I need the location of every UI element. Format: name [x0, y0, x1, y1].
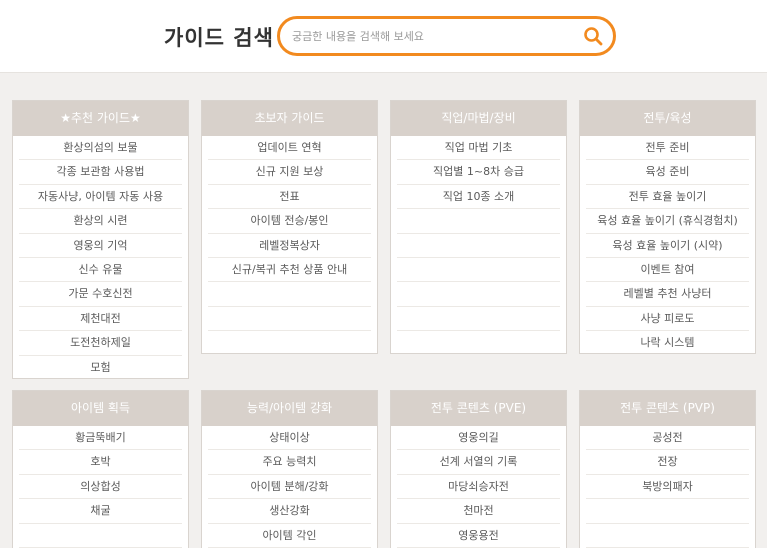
page-title: 가이드 검색: [164, 26, 274, 50]
list-item[interactable]: 신규 지원 보상: [208, 160, 371, 185]
card-title[interactable]: 초보자 가이드: [202, 101, 377, 136]
list-item[interactable]: 호박: [19, 450, 182, 475]
card-list: 공성전 전장 북방의패자: [580, 426, 755, 548]
card-title[interactable]: 전투 콘텐츠 (PVE): [391, 391, 566, 426]
guide-card: 전투 콘텐츠 (PVP) 공성전 전장 북방의패자: [579, 390, 756, 548]
list-item[interactable]: 육성 효율 높이기 (휴식경험치): [586, 209, 749, 234]
list-item[interactable]: 신규/복귀 추천 상품 안내: [208, 258, 371, 283]
empty-slot: [586, 499, 749, 524]
list-item[interactable]: 상태이상: [208, 426, 371, 451]
card-list: 황금뚝배기 호박 의상합성 채굴: [13, 426, 188, 548]
empty-slot: [586, 524, 749, 548]
list-item[interactable]: 채굴: [19, 499, 182, 524]
list-item[interactable]: 제천대전: [19, 307, 182, 332]
card-list: 직업 마법 기초 직업별 1~8차 승급 직업 10종 소개: [391, 136, 566, 332]
list-item[interactable]: 생산강화: [208, 499, 371, 524]
list-item[interactable]: 아이템 분해/강화: [208, 475, 371, 500]
list-item[interactable]: 의상합성: [19, 475, 182, 500]
list-item[interactable]: 이벤트 참여: [586, 258, 749, 283]
empty-slot: [397, 209, 560, 234]
list-item[interactable]: 천마전: [397, 499, 560, 524]
card-list: 상태이상 주요 능력치 아이템 분해/강화 생산강화 아이템 각인: [202, 426, 377, 548]
list-item[interactable]: 직업별 1~8차 승급: [397, 160, 560, 185]
list-item[interactable]: 육성 준비: [586, 160, 749, 185]
search-box[interactable]: [277, 16, 616, 56]
list-item[interactable]: 레벨별 추천 사냥터: [586, 282, 749, 307]
list-item[interactable]: 공성전: [586, 426, 749, 451]
list-item[interactable]: 북방의패자: [586, 475, 749, 500]
guide-card: 전투/육성 전투 준비 육성 준비 전투 효율 높이기 육성 효율 높이기 (휴…: [579, 100, 756, 354]
list-item[interactable]: 영웅의길: [397, 426, 560, 451]
guide-card: 전투 콘텐츠 (PVE) 영웅의길 선계 서열의 기록 마당쇠승자전 천마전 영…: [390, 390, 567, 548]
list-item[interactable]: 모험: [19, 356, 182, 378]
card-title[interactable]: 직업/마법/장비: [391, 101, 566, 136]
list-item[interactable]: 아이템 각인: [208, 524, 371, 548]
list-item[interactable]: 나락 시스템: [586, 331, 749, 353]
header: 가이드 검색: [0, 0, 767, 73]
list-item[interactable]: 직업 마법 기초: [397, 136, 560, 161]
empty-slot: [208, 282, 371, 307]
empty-slot: [397, 307, 560, 332]
empty-slot: [397, 234, 560, 258]
card-title[interactable]: ★추천 가이드★: [13, 101, 188, 136]
list-item[interactable]: 황금뚝배기: [19, 426, 182, 451]
empty-slot: [208, 307, 371, 332]
list-item[interactable]: 가문 수호신전: [19, 282, 182, 307]
guide-card: ★추천 가이드★ 환상의섬의 보물 각종 보관함 사용법 자동사냥, 아이템 자…: [12, 100, 189, 379]
list-item[interactable]: 영웅용전: [397, 524, 560, 548]
search-icon[interactable]: [583, 26, 603, 46]
list-item[interactable]: 선계 서열의 기록: [397, 450, 560, 475]
card-title[interactable]: 전투 콘텐츠 (PVP): [580, 391, 755, 426]
list-item[interactable]: 육성 효율 높이기 (시약): [586, 234, 749, 258]
list-item[interactable]: 마당쇠승자전: [397, 475, 560, 500]
list-item[interactable]: 전투 효율 높이기: [586, 185, 749, 210]
card-list: 영웅의길 선계 서열의 기록 마당쇠승자전 천마전 영웅용전: [391, 426, 566, 548]
list-item[interactable]: 직업 10종 소개: [397, 185, 560, 210]
list-item[interactable]: 자동사냥, 아이템 자동 사용: [19, 185, 182, 210]
card-list: 환상의섬의 보물 각종 보관함 사용법 자동사냥, 아이템 자동 사용 환상의 …: [13, 136, 188, 378]
guide-card: 초보자 가이드 업데이트 연혁 신규 지원 보상 전표 아이템 전승/봉인 레벨…: [201, 100, 378, 354]
list-item[interactable]: 주요 능력치: [208, 450, 371, 475]
list-item[interactable]: 환상의섬의 보물: [19, 136, 182, 161]
guide-card: 직업/마법/장비 직업 마법 기초 직업별 1~8차 승급 직업 10종 소개: [390, 100, 567, 354]
list-item[interactable]: 업데이트 연혁: [208, 136, 371, 161]
list-item[interactable]: 전장: [586, 450, 749, 475]
list-item[interactable]: 전투 준비: [586, 136, 749, 161]
empty-slot: [397, 282, 560, 307]
empty-slot: [19, 524, 182, 548]
list-item[interactable]: 레벨정복상자: [208, 234, 371, 258]
list-item[interactable]: 환상의 시련: [19, 209, 182, 234]
guide-card: 능력/아이템 강화 상태이상 주요 능력치 아이템 분해/강화 생산강화 아이템…: [201, 390, 378, 548]
list-item[interactable]: 각종 보관함 사용법: [19, 160, 182, 185]
card-title[interactable]: 능력/아이템 강화: [202, 391, 377, 426]
search-input[interactable]: [292, 27, 582, 45]
list-item[interactable]: 아이템 전승/봉인: [208, 209, 371, 234]
list-item[interactable]: 영웅의 기억: [19, 234, 182, 258]
list-item[interactable]: 도전천하제일: [19, 331, 182, 356]
card-list: 업데이트 연혁 신규 지원 보상 전표 아이템 전승/봉인 레벨정복상자 신규/…: [202, 136, 377, 332]
card-title[interactable]: 아이템 획득: [13, 391, 188, 426]
guide-card: 아이템 획득 황금뚝배기 호박 의상합성 채굴: [12, 390, 189, 548]
card-title[interactable]: 전투/육성: [580, 101, 755, 136]
list-item[interactable]: 신수 유물: [19, 258, 182, 283]
list-item[interactable]: 사냥 피로도: [586, 307, 749, 332]
card-list: 전투 준비 육성 준비 전투 효율 높이기 육성 효율 높이기 (휴식경험치) …: [580, 136, 755, 353]
list-item[interactable]: 전표: [208, 185, 371, 210]
empty-slot: [397, 258, 560, 283]
